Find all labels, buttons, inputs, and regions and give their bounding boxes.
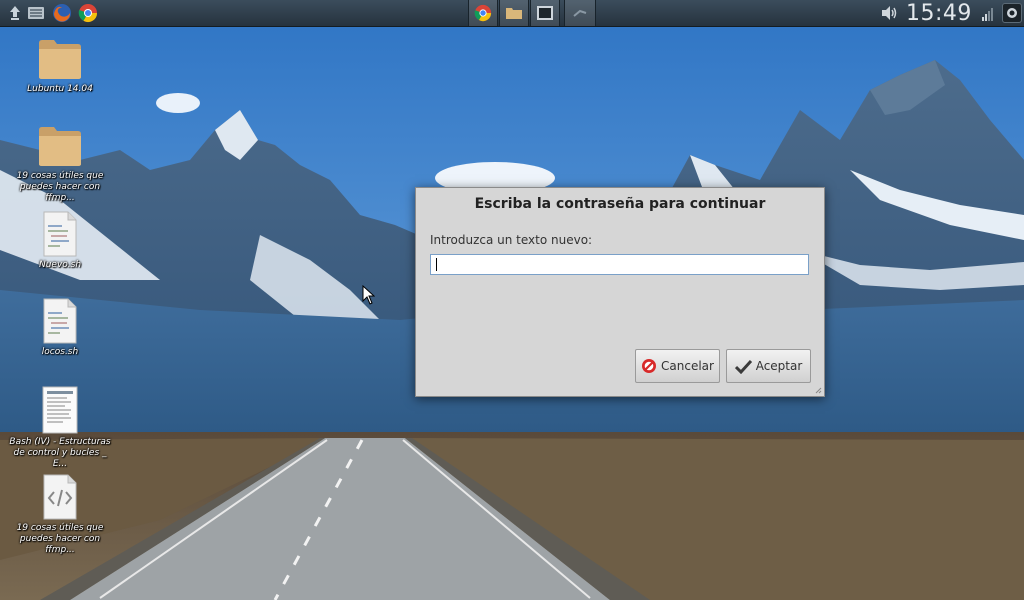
ok-button[interactable]: Aceptar [726,349,811,383]
top-panel: 15:49 [0,0,1024,27]
dialog-title: Escriba la contraseña para continuar [474,196,766,212]
text-caret [436,258,437,271]
desktop-icon-locos-sh[interactable]: locos.sh [5,298,115,358]
folder-icon [39,40,81,79]
desktop-icon-ffmpeg-folder[interactable]: 19 cosas útiles que puedes hacer con ffm… [5,124,115,204]
resize-grip-icon[interactable] [815,387,822,394]
script-file-icon [43,211,77,257]
desktop-icon-nuevo-sh[interactable]: Nuevo.sh [5,211,115,271]
cancel-icon [642,359,657,373]
ok-label: Aceptar [755,359,803,373]
text-input[interactable] [430,254,809,275]
desktop-icon-ffmpeg-html[interactable]: 19 cosas útiles que puedes hacer con ffm… [5,474,115,556]
desktop-icon-label: Bash (IV) - Estructuras de control y buc… [9,437,111,469]
task-terminal-icon[interactable] [530,0,560,26]
html-file-icon [43,474,77,520]
firefox-icon[interactable] [51,2,73,24]
desktop-icon-label: Lubuntu 14.04 [27,84,93,94]
cancel-button[interactable]: Cancelar [635,349,720,383]
desktop-icon-label: locos.sh [41,347,79,357]
desktop-icon-label: Nuevo.sh [38,260,82,270]
script-file-icon [43,298,77,344]
task-chrome-icon[interactable] [468,0,498,26]
menu-icon[interactable] [4,2,26,24]
dialog-prompt: Introduzca un texto nuevo: [430,233,593,247]
desktop-icon-lubuntu-folder[interactable]: Lubuntu 14.04 [5,37,115,95]
network-signal-icon[interactable] [982,6,994,25]
password-dialog: Escriba la contraseña para continuar Int… [415,187,825,397]
desktop-icon-bash-document[interactable]: Bash (IV) - Estructuras de control y buc… [5,386,115,470]
document-icon [42,386,78,434]
clock[interactable]: 15:49 [906,0,972,26]
mouse-cursor-icon [362,285,375,305]
chrome-icon[interactable] [77,2,99,24]
power-icon[interactable] [1002,3,1022,23]
volume-icon[interactable] [880,5,898,25]
task-dialog-icon[interactable] [564,0,596,26]
desktop-icon-label: 19 cosas útiles que puedes hacer con ffm… [16,171,104,203]
task-folder-icon[interactable] [499,0,529,26]
desktop-icon-label: 19 cosas útiles que puedes hacer con ffm… [16,523,104,555]
cancel-label: Cancelar [661,359,714,373]
folder-icon [39,127,81,166]
checkmark-icon [734,359,752,374]
file-manager-icon[interactable] [25,2,47,24]
